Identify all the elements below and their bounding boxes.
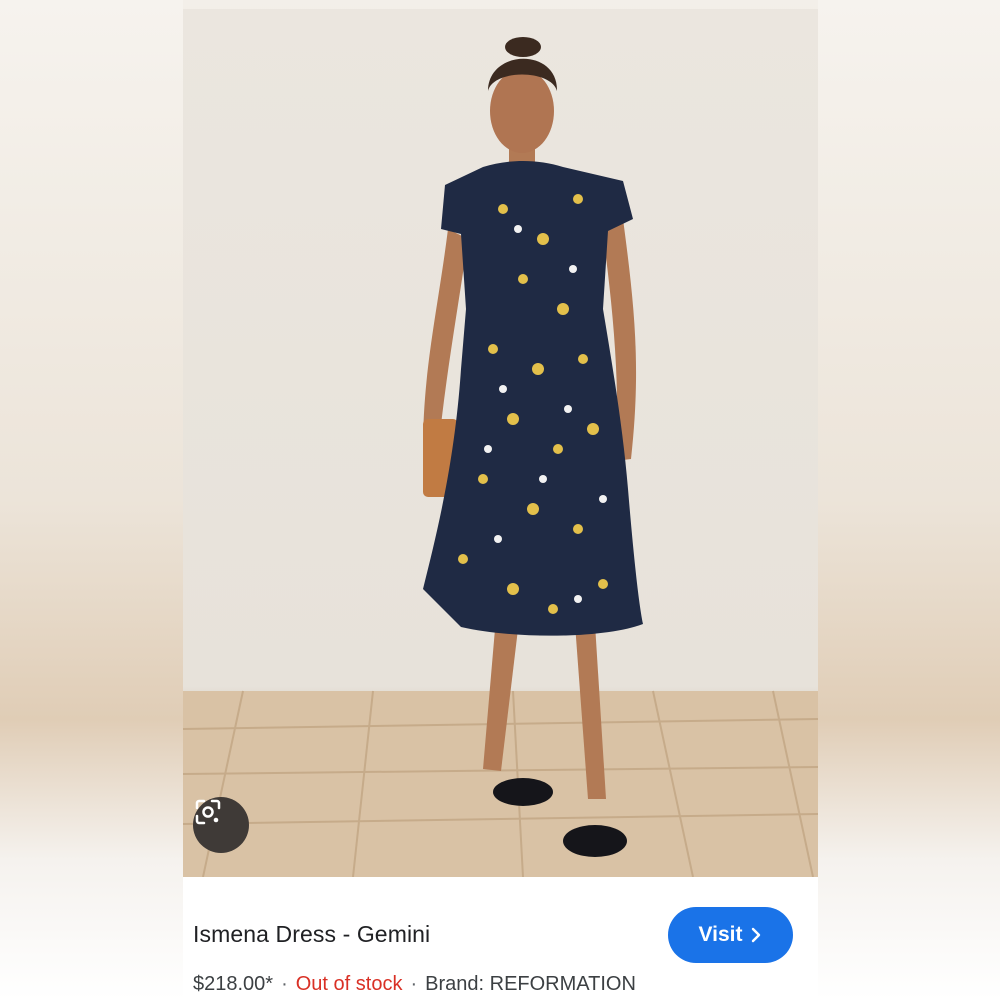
price: $218.00* — [193, 973, 274, 995]
visit-label: Visit — [698, 923, 743, 946]
product-title[interactable]: Ismena Dress - Gemini — [193, 921, 430, 948]
chevron-right-icon — [752, 927, 761, 943]
stock-status: Out of stock — [295, 973, 403, 995]
model-illustration — [183, 37, 818, 877]
visit-button[interactable]: Visit — [668, 907, 793, 963]
lens-search-icon — [195, 799, 221, 825]
separator: · — [281, 973, 288, 995]
product-meta: $218.00* · Out of stock · Brand: REFORMATION — [193, 973, 636, 996]
brand: Brand: REFORMATION — [425, 973, 636, 995]
product-info: Ismena Dress - Gemini Visit $218.00* · Out… — [183, 877, 818, 1000]
lens-search-button[interactable] — [193, 797, 249, 853]
separator: · — [410, 973, 418, 995]
blurred-background-left — [0, 0, 183, 1000]
blurred-background-right — [818, 0, 1000, 1000]
product-photo[interactable] — [183, 9, 818, 877]
product-card[interactable]: Ismena Dress - Gemini Visit $218.00* · Out… — [183, 9, 818, 1000]
